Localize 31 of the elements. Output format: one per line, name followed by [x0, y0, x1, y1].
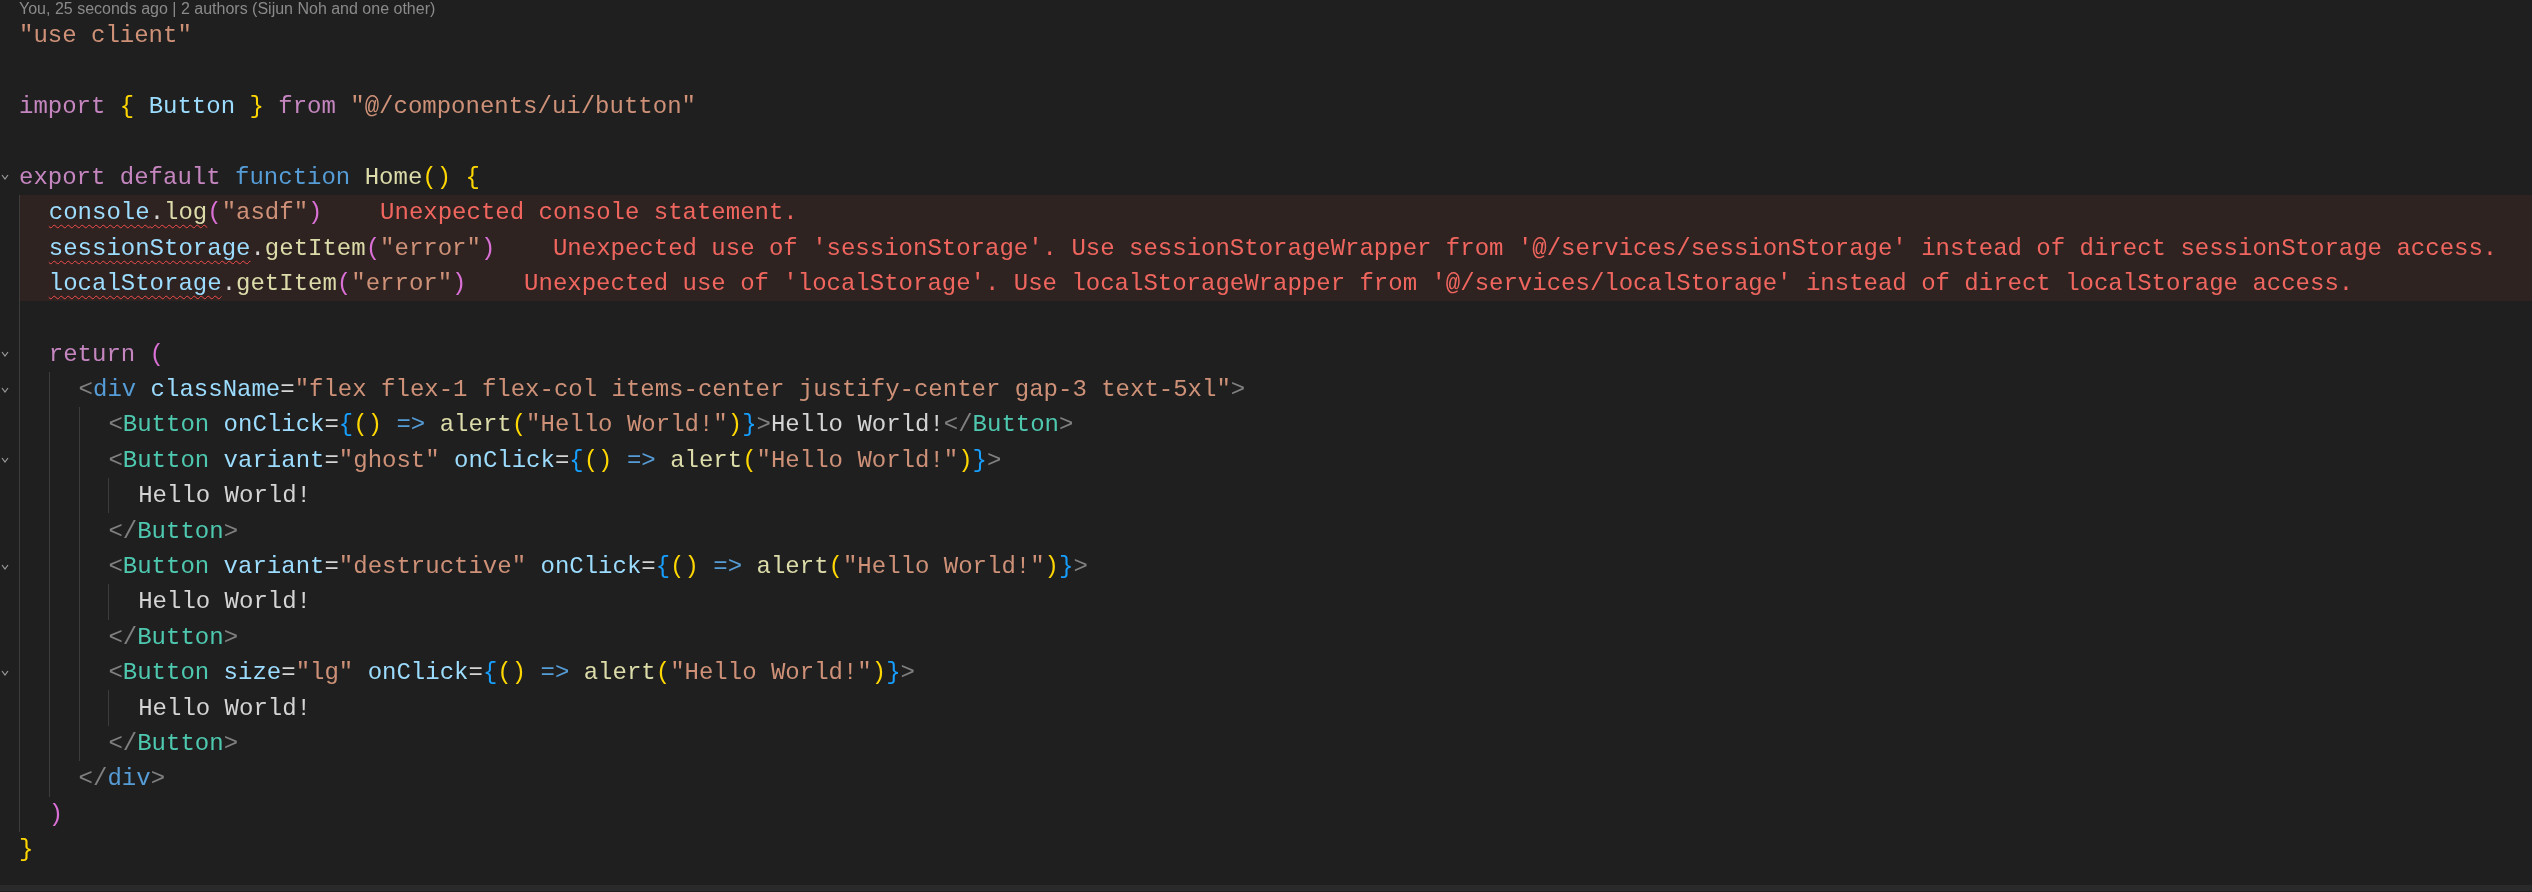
- diagnostic-message: Unexpected use of 'localStorage'. Use localStorageWrapper from '@/services/localStorage' instead of direct localStorage access.: [524, 268, 2354, 299]
- code-line: sessionStorage.getItem("error"): [48, 233, 496, 264]
- code-line: </div>: [78, 764, 166, 795]
- fold-chevron-icon[interactable]: [1, 350, 9, 359]
- code-line: </Button>: [108, 622, 239, 653]
- code-line: <Button variant="destructive" onClick={() => alert("Hello World!")}>: [108, 552, 1088, 583]
- code-line: "use client": [19, 21, 192, 52]
- diagnostic-message: Unexpected use of 'sessionStorage'. Use sessionStorageWrapper from '@/services/sessionStorage' instead of direct sessionStorage access.: [552, 233, 2498, 264]
- code-line: </Button>: [108, 729, 239, 759]
- diagnostic-message: Unexpected console statement.: [380, 198, 798, 229]
- code-line: ): [48, 799, 64, 830]
- code-line: }: [19, 835, 34, 866]
- code-line: import { Button } from "@/components/ui/button": [19, 91, 696, 122]
- code-line: <Button onClick={() => alert("Hello World!")}>Hello World!</Button>: [108, 410, 1074, 441]
- code-line: Hello World!: [138, 587, 311, 618]
- fold-chevron-icon[interactable]: [1, 385, 9, 394]
- code-line: <div className="flex flex-1 flex-col items-center justify-center gap-3 text-5xl">: [78, 375, 1246, 406]
- code-line: Hello World!: [138, 481, 311, 512]
- fold-chevron-icon[interactable]: [1, 668, 9, 677]
- code-line: localStorage.getItem("error"): [48, 268, 467, 299]
- fold-chevron-icon[interactable]: [1, 173, 9, 182]
- code-line: console.log("asdf"): [48, 198, 323, 229]
- code-line: <Button variant="ghost" onClick={() => alert("Hello World!")}>: [108, 445, 1002, 476]
- code-line: Hello World!: [138, 693, 311, 724]
- code-line: </Button>: [108, 516, 239, 547]
- blame-annotation: You, 25 seconds ago | 2 authors (Sijun Noh and one other): [18, 0, 437, 18]
- code-line: export default function Home() {: [19, 162, 480, 193]
- code-line: return (: [48, 339, 165, 370]
- fold-chevron-icon[interactable]: [1, 562, 9, 571]
- code-line: <Button size="lg" onClick={() => alert("Hello World!")}>: [108, 658, 915, 689]
- fold-chevron-icon[interactable]: [1, 456, 9, 465]
